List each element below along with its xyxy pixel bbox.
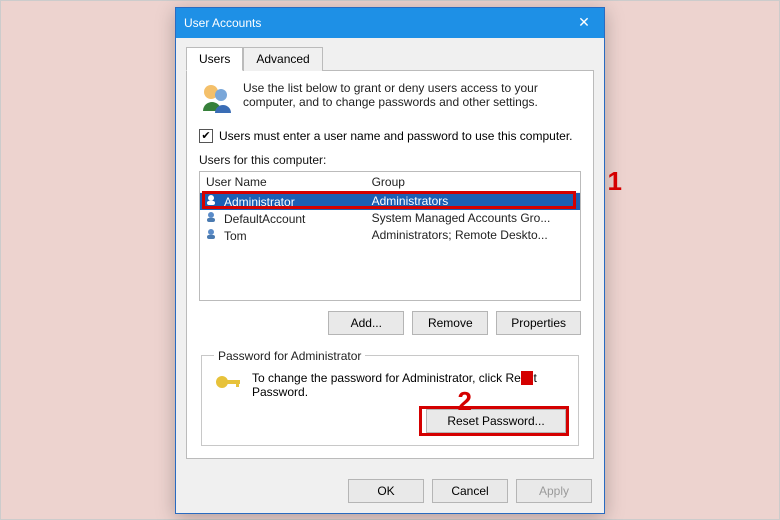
list-caption: Users for this computer:	[199, 153, 581, 167]
table-row[interactable]: Tom Administrators; Remote Deskto...	[200, 227, 580, 244]
user-icon	[206, 211, 220, 223]
require-login-checkbox[interactable]: ✔ Users must enter a user name and passw…	[199, 129, 581, 143]
close-icon: ✕	[578, 14, 590, 31]
checkbox-icon: ✔	[199, 129, 213, 143]
dialog-button-row: OK Cancel Apply	[176, 469, 604, 513]
list-header: User Name Group	[200, 172, 580, 193]
password-legend: Password for Administrator	[214, 349, 365, 363]
intro-row: Use the list below to grant or deny user…	[199, 81, 581, 115]
apply-button[interactable]: Apply	[516, 479, 592, 503]
tab-advanced[interactable]: Advanced	[243, 47, 322, 71]
password-text: To change the password for Administrator…	[252, 371, 566, 399]
add-button[interactable]: Add...	[328, 311, 404, 335]
client-area: Users Advanced Use the list below to gra…	[176, 38, 604, 469]
annotation-number-1: 1	[608, 166, 622, 197]
tab-users[interactable]: Users	[186, 47, 243, 71]
cell-username: Administrator	[224, 195, 295, 209]
cell-group: System Managed Accounts Gro...	[372, 211, 574, 225]
tabstrip: Users Advanced	[186, 47, 594, 71]
cell-group: Administrators; Remote Deskto...	[372, 228, 574, 242]
users-icon	[199, 81, 233, 115]
remove-button[interactable]: Remove	[412, 311, 488, 335]
titlebar: User Accounts ✕	[176, 8, 604, 38]
user-icon	[206, 228, 220, 240]
cancel-button[interactable]: Cancel	[432, 479, 508, 503]
users-listbox[interactable]: User Name Group Administrator Administra…	[199, 171, 581, 301]
properties-button[interactable]: Properties	[496, 311, 581, 335]
window-title: User Accounts	[184, 16, 261, 30]
table-row[interactable]: Administrator Administrators	[200, 193, 580, 210]
user-accounts-window: User Accounts ✕ Users Advanced Use the l…	[175, 7, 605, 514]
tab-page-users: Use the list below to grant or deny user…	[186, 70, 594, 459]
table-row[interactable]: DefaultAccount System Managed Accounts G…	[200, 210, 580, 227]
cell-username: DefaultAccount	[224, 212, 305, 226]
password-groupbox: Password for Administrator To change the…	[201, 349, 579, 446]
reset-password-button[interactable]: Reset Password...	[426, 409, 566, 433]
user-icon	[206, 194, 220, 206]
ok-button[interactable]: OK	[348, 479, 424, 503]
checkbox-label: Users must enter a user name and passwor…	[219, 129, 573, 143]
list-button-row: Add... Remove Properties	[199, 311, 581, 335]
cell-group: Administrators	[372, 194, 574, 208]
intro-text: Use the list below to grant or deny user…	[243, 81, 581, 115]
col-group: Group	[372, 175, 574, 189]
cell-username: Tom	[224, 229, 247, 243]
col-username: User Name	[206, 175, 372, 189]
key-icon	[214, 371, 242, 393]
close-button[interactable]: ✕	[564, 8, 604, 38]
